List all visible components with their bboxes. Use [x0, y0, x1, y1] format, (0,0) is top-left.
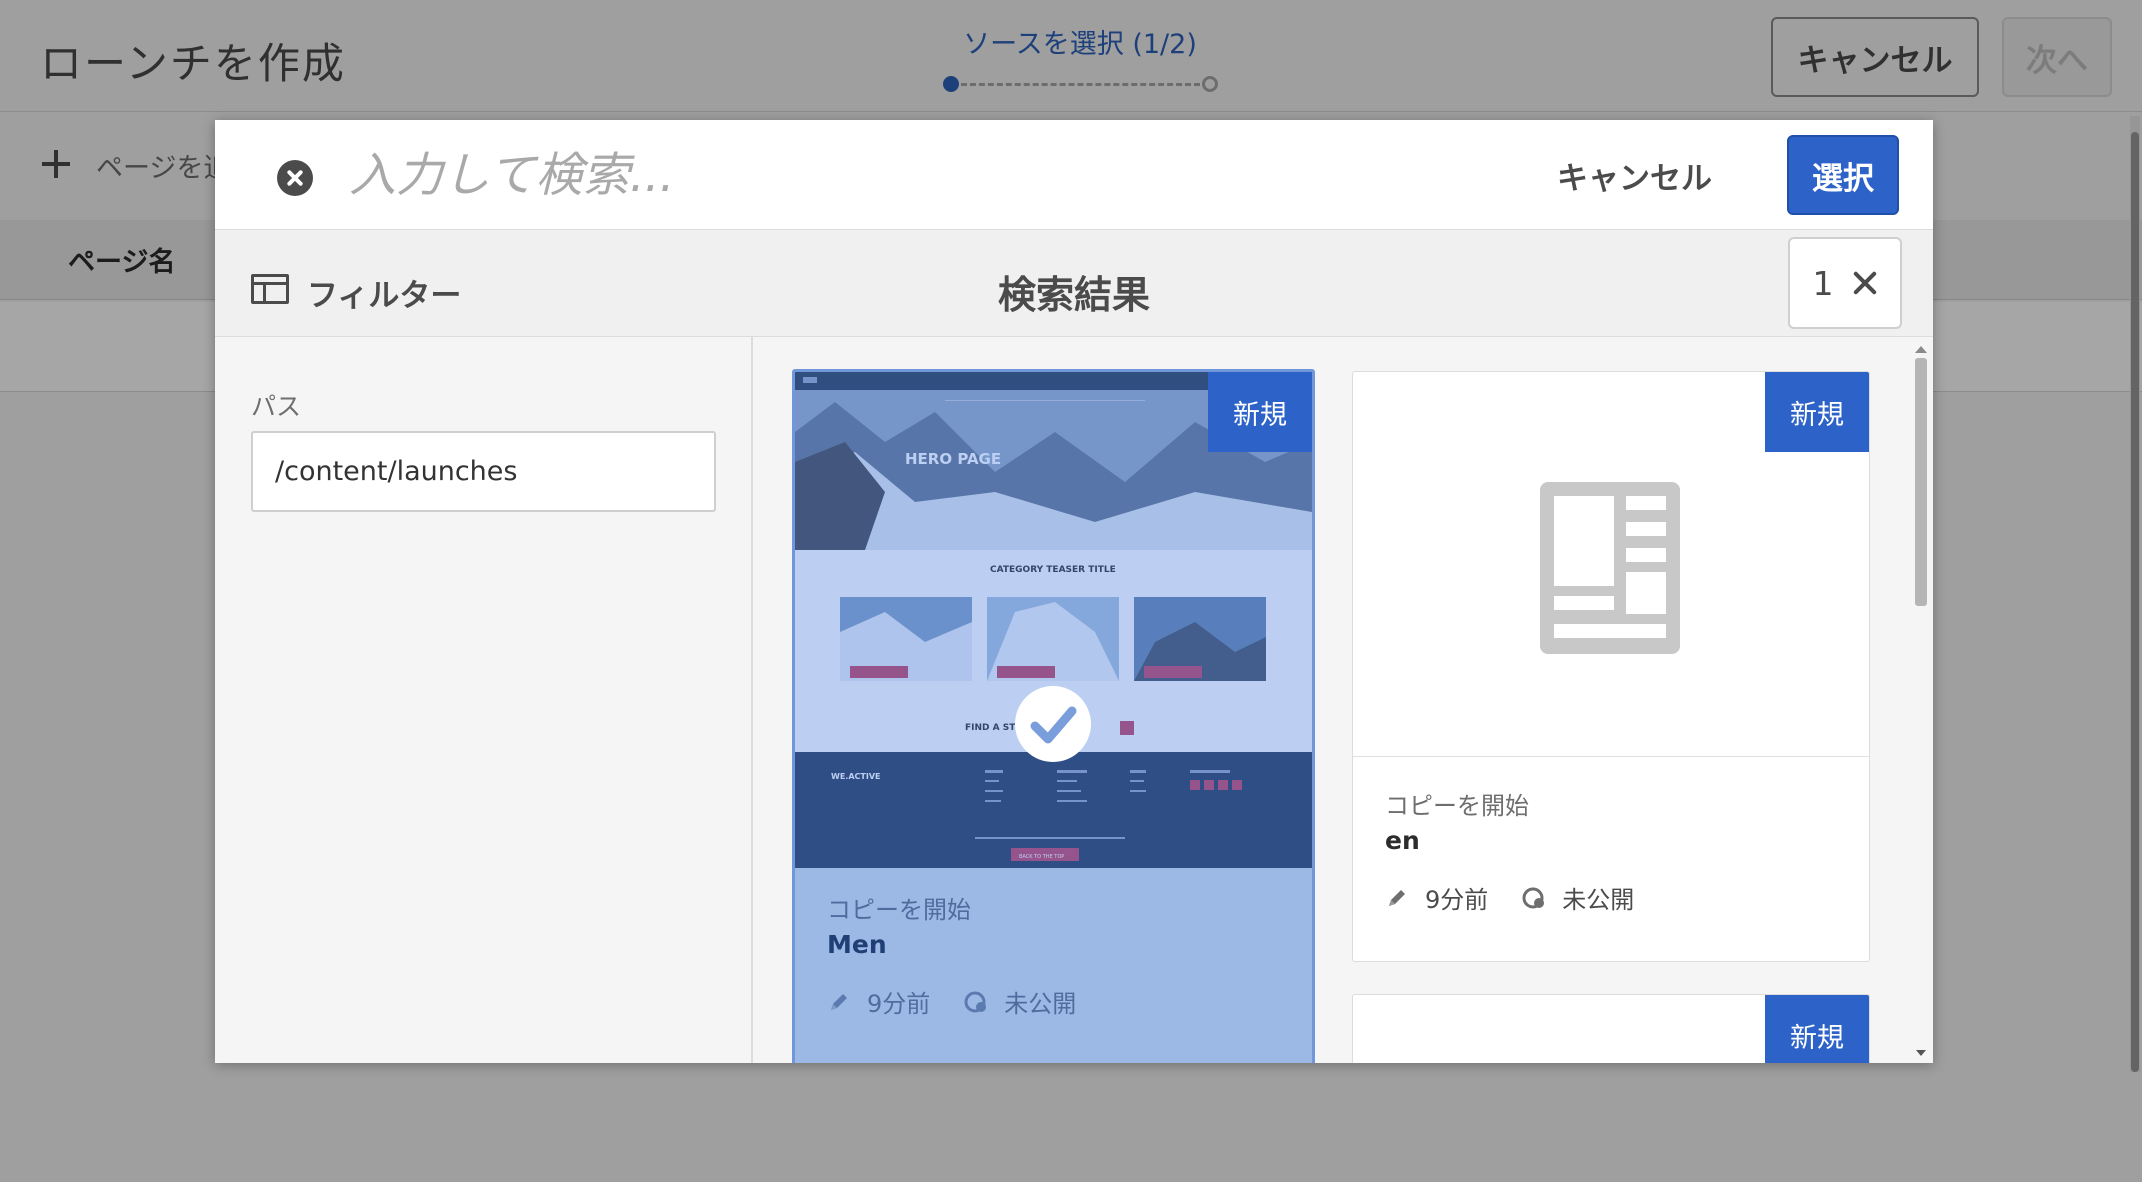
card-title: en: [1385, 826, 1420, 855]
results-grid: HERO PAGE CATEGORY TEASER TITLE FIND A S…: [755, 337, 1933, 1063]
select-button[interactable]: 選択: [1787, 135, 1899, 215]
filter-rail-icon[interactable]: [251, 274, 289, 304]
pencil-icon: [1385, 886, 1409, 910]
clear-selection-icon[interactable]: [1852, 270, 1878, 296]
globe-icon: [1522, 886, 1546, 910]
path-field[interactable]: [251, 431, 716, 512]
dialog-cancel-button[interactable]: キャンセル: [1557, 150, 1712, 200]
scroll-up-arrow-icon[interactable]: [1915, 346, 1927, 353]
results-header: フィルター 検索結果: [215, 230, 1933, 337]
result-card-en[interactable]: 新規 コピーを開始 en 9分前 未公開: [1352, 371, 1870, 962]
card-title: Men: [827, 930, 887, 959]
clear-search-icon[interactable]: [277, 160, 313, 196]
new-badge: 新規: [1765, 372, 1869, 452]
card-meta-label: コピーを開始: [1385, 792, 1529, 820]
filter-toggle-label[interactable]: フィルター: [307, 270, 461, 315]
selection-count-button[interactable]: 1: [1788, 237, 1902, 329]
card-status-row: 9分前 未公開: [827, 984, 1076, 1019]
results-scrollbar-thumb[interactable]: [1915, 358, 1927, 606]
results-title: 検索結果: [998, 273, 1151, 317]
scroll-down-arrow-icon[interactable]: [1916, 1050, 1926, 1056]
new-badge: 新規: [1765, 995, 1869, 1063]
card-status-row: 9分前 未公開: [1385, 880, 1634, 915]
publish-status: 未公開: [1004, 990, 1077, 1018]
modified-time: 9分前: [1425, 886, 1489, 914]
publish-status: 未公開: [1562, 886, 1635, 914]
select-source-dialog: キャンセル 選択 フィルター 検索結果 1 パス: [215, 120, 1933, 1063]
modified-time: 9分前: [867, 990, 931, 1018]
card-meta-label: コピーを開始: [827, 896, 971, 924]
checkmark-icon[interactable]: [1015, 686, 1091, 762]
globe-icon: [964, 990, 988, 1014]
path-label: パス: [251, 392, 302, 421]
search-bar: キャンセル 選択: [215, 120, 1933, 230]
result-card-men[interactable]: HERO PAGE CATEGORY TEASER TITLE FIND A S…: [792, 369, 1315, 1063]
result-card[interactable]: 新規: [1352, 994, 1870, 1063]
selection-count: 1: [1812, 263, 1834, 303]
card-details: コピーを開始 en 9分前 未公開: [1353, 758, 1869, 961]
filter-panel: パス: [215, 337, 753, 1063]
search-input[interactable]: [349, 140, 1249, 210]
pencil-icon: [827, 990, 851, 1014]
new-badge: 新規: [1208, 372, 1312, 452]
card-details: コピーを開始 Men 9分前 未公開: [795, 868, 1312, 1063]
